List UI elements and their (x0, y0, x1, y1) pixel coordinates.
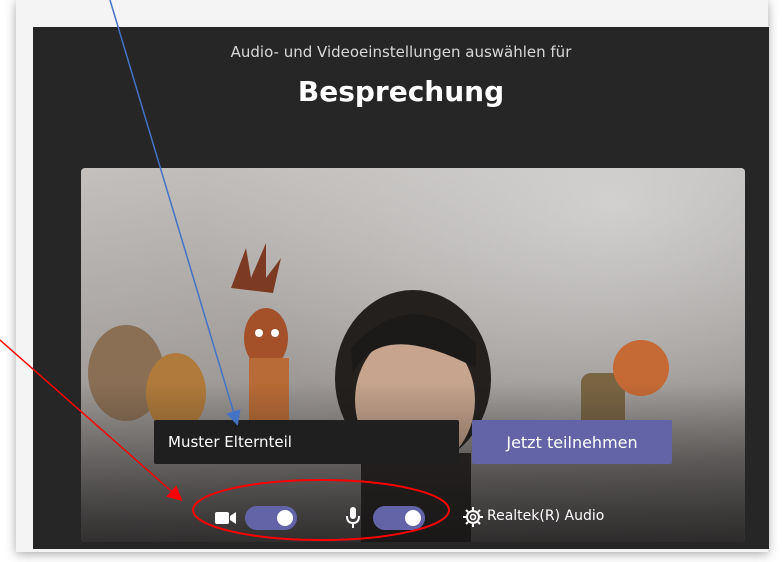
camera-toggle-knob (277, 510, 293, 526)
camera-icon (215, 509, 237, 531)
microphone-toggle-knob (405, 510, 421, 526)
camera-preview: Jetzt teilnehmen (81, 168, 745, 542)
microphone-toggle[interactable] (373, 506, 425, 530)
join-now-button[interactable]: Jetzt teilnehmen (472, 420, 672, 464)
gear-icon[interactable] (463, 507, 483, 531)
camera-toggle[interactable] (245, 506, 297, 530)
display-name-input[interactable] (154, 420, 459, 464)
meeting-title: Besprechung (297, 75, 505, 108)
microphone-icon (345, 506, 361, 534)
audio-device-label[interactable]: Realtek(R) Audio (487, 508, 604, 524)
media-controls-bar: Realtek(R) Audio (81, 500, 745, 536)
meeting-prejoin-panel: Audio- und Videoeinstellungen auswählen … (33, 27, 769, 549)
prejoin-subtitle: Audio- und Videoeinstellungen auswählen … (230, 43, 572, 61)
